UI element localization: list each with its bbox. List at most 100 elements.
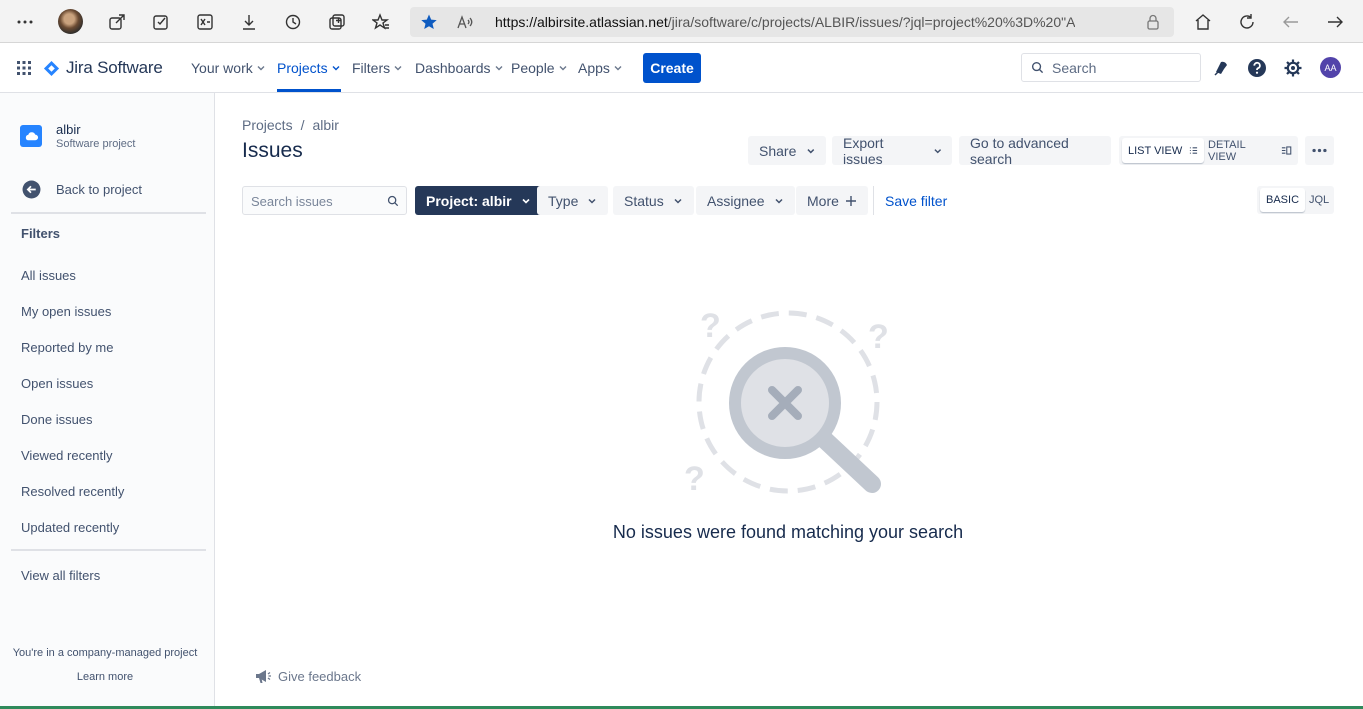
basic-mode-option[interactable]: BASIC [1260,188,1306,212]
filter-resolved-recently[interactable]: Resolved recently [21,484,124,499]
breadcrumb-separator: / [300,117,305,133]
divider [11,212,206,214]
chevron-down-icon [522,198,530,204]
url-text[interactable]: https://albirsite.atlassian.net/jira/sof… [495,14,1075,30]
app-switcher-icon[interactable] [11,55,37,81]
plus-icon [845,195,856,206]
create-button[interactable]: Create [643,53,701,83]
chevron-down-icon [933,148,941,153]
project-type: Software project [56,138,136,150]
chevron-down-icon [559,66,567,71]
filter-all-issues[interactable]: All issues [21,268,76,283]
browser-toolbar: https://albirsite.atlassian.net/jira/sof… [0,0,1363,43]
jira-diamond-icon [43,60,60,76]
chevron-down-icon [394,66,402,71]
filter-reported-by-me[interactable]: Reported by me [21,340,114,355]
chevron-down-icon [674,198,682,204]
advanced-search-button[interactable]: Go to advanced search [959,135,1111,167]
refresh-icon[interactable] [1234,9,1260,35]
breadcrumb-project[interactable]: albir [312,117,338,133]
settings-gear-icon[interactable] [1280,55,1306,81]
user-avatar[interactable]: AA [1320,57,1341,78]
back-to-project-link[interactable]: Back to project [22,180,142,199]
svg-text:?: ? [868,318,889,356]
favorites-icon[interactable] [368,9,394,35]
nav-apps[interactable]: Apps [578,43,623,93]
search-mode-toggle: BASIC JQL [1257,186,1334,214]
nav-projects[interactable]: Projects [277,43,341,93]
svg-text:?: ? [684,460,705,498]
divider [873,186,874,215]
forward-arrow-icon[interactable] [1322,9,1348,35]
issue-search-input[interactable] [249,191,379,211]
filter-open-issues[interactable]: Open issues [21,376,93,391]
project-type-note: You're in a company-managed project [12,647,198,659]
jql-mode-option[interactable]: JQL [1303,188,1335,212]
math-solver-icon[interactable] [192,9,218,35]
divider [11,549,206,551]
save-filter-button[interactable]: Save filter [885,193,947,209]
share-icon[interactable] [104,9,130,35]
ellipsis-icon [1312,148,1327,153]
back-arrow-icon[interactable] [1278,9,1304,35]
project-name[interactable]: albir [56,122,81,137]
list-view-option[interactable]: LIST VIEW [1122,138,1205,163]
project-sidebar: albir Software project Back to project F… [0,93,215,709]
breadcrumb-projects[interactable]: Projects [242,117,293,133]
back-arrow-circle-icon [22,180,41,199]
chevron-down-icon [775,198,783,204]
svg-text:?: ? [700,307,721,345]
chevron-down-icon [332,66,340,71]
downloads-icon[interactable] [236,9,262,35]
type-filter-button[interactable]: Type [537,186,609,215]
lock-icon[interactable] [1140,9,1166,35]
jira-logo[interactable]: Jira Software [43,43,163,93]
collections-icon[interactable] [324,9,350,35]
chevron-down-icon [614,66,622,71]
history-icon[interactable] [280,9,306,35]
more-actions-button[interactable] [1305,136,1334,165]
jira-top-nav: Jira Software Your work Projects Filters… [0,43,1363,93]
give-feedback-button[interactable]: Give feedback [254,667,361,685]
nav-filters[interactable]: Filters [352,43,403,93]
megaphone-icon [256,670,271,683]
view-all-filters-link[interactable]: View all filters [21,568,100,583]
project-avatar[interactable] [20,125,42,147]
nav-your-work[interactable]: Your work [191,43,266,93]
filter-done-issues[interactable]: Done issues [21,412,93,427]
search-icon [387,195,399,207]
chevron-down-icon [807,148,815,153]
assignee-filter-button[interactable]: Assignee [696,186,795,215]
nav-dashboards[interactable]: Dashboards [415,43,504,93]
empty-state-message: No issues were found matching your searc… [612,522,964,542]
export-issues-button[interactable]: Export issues [832,135,952,167]
nav-people[interactable]: People [511,43,568,93]
chevron-down-icon [588,198,596,204]
home-icon[interactable] [1190,9,1216,35]
detail-view-option[interactable]: DETAIL VIEW [1202,138,1298,163]
address-bar[interactable]: https://albirsite.atlassian.net/jira/sof… [410,7,1174,37]
project-filter-button[interactable]: Project: albir [415,186,542,215]
filter-viewed-recently[interactable]: Viewed recently [21,448,113,463]
filter-my-open-issues[interactable]: My open issues [21,304,111,319]
global-search[interactable] [1021,53,1201,82]
help-icon[interactable] [1244,55,1270,81]
more-filters-button[interactable]: More [796,186,868,215]
search-input[interactable] [1050,57,1195,78]
share-button[interactable]: Share [748,136,826,165]
page-title: Issues [242,139,303,162]
detail-view-icon [1282,146,1292,155]
extensions-icon[interactable] [148,9,174,35]
chevron-down-icon [495,66,502,71]
favorite-star-icon[interactable] [416,9,442,35]
profile-avatar[interactable] [58,9,83,34]
breadcrumb: Projects / albir [242,117,339,133]
issue-search-box[interactable] [242,186,407,215]
status-filter-button[interactable]: Status [613,186,694,215]
settings-more-icon[interactable] [12,9,38,35]
filter-updated-recently[interactable]: Updated recently [21,520,119,535]
learn-more-link[interactable]: Learn more [0,671,210,683]
notifications-icon[interactable] [1208,55,1234,81]
search-icon [1031,61,1044,74]
read-aloud-icon[interactable] [452,9,478,35]
